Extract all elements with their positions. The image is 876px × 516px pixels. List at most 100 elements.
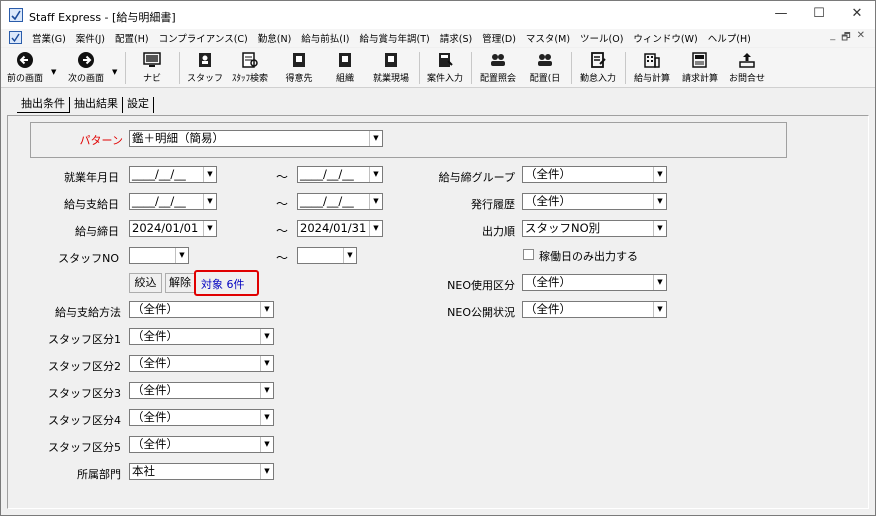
tab-strip: 抽出条件 抽出結果 設定 — [17, 97, 154, 113]
forward-dropdown-icon[interactable]: ▼ — [112, 68, 117, 76]
staff-cat3-select[interactable]: （全件） ▼ — [129, 382, 274, 399]
pay-date-from-input[interactable]: ____/__/__ ▼ — [129, 193, 217, 210]
toolbar-separator — [419, 52, 420, 84]
worksite-button[interactable]: 就業現場 — [367, 48, 415, 88]
staff-no-to-select[interactable]: ▼ — [297, 247, 357, 264]
clear-filter-button[interactable]: 解除 — [165, 273, 195, 293]
client-button[interactable]: 得意先 — [279, 48, 319, 88]
mdi-close-button[interactable]: ✕ — [857, 30, 865, 47]
maximize-button[interactable]: ☐ — [801, 3, 837, 27]
back-dropdown-icon[interactable]: ▼ — [51, 68, 56, 76]
menu-billing[interactable]: 請求(S) — [435, 31, 477, 45]
staff-cat5-select[interactable]: （全件） ▼ — [129, 436, 274, 453]
menu-master[interactable]: マスタ(M) — [521, 31, 575, 45]
staff-cat4-value: （全件） — [132, 410, 178, 424]
neo-use-select[interactable]: （全件） ▼ — [522, 274, 667, 291]
placement-day-button[interactable]: 配置(日 — [525, 48, 565, 88]
neo-public-value: （全件） — [525, 302, 571, 316]
payroll-calc-button[interactable]: 給与計算 — [629, 48, 675, 88]
pattern-label: パターン — [79, 134, 123, 147]
worksite-label: 就業現場 — [372, 74, 409, 84]
department-value: 本社 — [132, 464, 155, 478]
staff-cat1-select[interactable]: （全件） ▼ — [129, 328, 274, 345]
chevron-down-icon: ▼ — [653, 275, 666, 290]
chevron-down-icon: ▼ — [260, 464, 273, 479]
menu-placement[interactable]: 配置(H) — [110, 31, 154, 45]
output-order-value: スタッフNO別 — [525, 221, 601, 235]
forward-button[interactable]: 次の画面 — [63, 48, 109, 88]
close-button[interactable]: ✕ — [839, 3, 875, 27]
mdi-restore-button[interactable]: 🗗 — [841, 30, 850, 47]
menu-items: 営業(G) 案件(J) 配置(H) コンプライアンス(C) 勤怠(N) 給与前払… — [27, 31, 756, 45]
mdi-minimize-button[interactable]: _ — [830, 30, 835, 47]
staff-cat4-select[interactable]: （全件） ▼ — [129, 409, 274, 426]
menu-sales[interactable]: 営業(G) — [27, 31, 71, 45]
staff-cat1-value: （全件） — [132, 329, 178, 343]
issue-history-select[interactable]: （全件） ▼ — [522, 193, 667, 210]
menu-help[interactable]: ヘルプ(H) — [703, 31, 756, 45]
minimize-button[interactable]: — — [763, 3, 799, 27]
menu-admin[interactable]: 管理(D) — [477, 31, 521, 45]
target-count: 対象 6件 — [201, 278, 245, 291]
organization-button[interactable]: 組織 — [329, 48, 361, 88]
toolbar-separator — [625, 52, 626, 84]
pay-date-to-input[interactable]: ____/__/__ ▼ — [297, 193, 383, 210]
attendance-input-label: 勤怠入力 — [579, 74, 616, 84]
attendance-edit-icon — [591, 52, 606, 68]
work-days-only-checkbox[interactable] — [523, 249, 534, 260]
department-select[interactable]: 本社 ▼ — [129, 463, 274, 480]
title-bar: Staff Express - [給与明細書] — ☐ ✕ — [1, 1, 875, 29]
staff-cat2-select[interactable]: （全件） ▼ — [129, 355, 274, 372]
billing-calc-label: 請求計算 — [681, 74, 718, 84]
case-input-button[interactable]: 案件入力 — [423, 48, 467, 88]
staff-button[interactable]: スタッフ — [187, 48, 223, 88]
inquiry-button[interactable]: お問合せ — [725, 48, 769, 88]
upload-inquiry-icon — [739, 53, 755, 68]
menu-tools[interactable]: ツール(O) — [575, 31, 628, 45]
menu-compliance[interactable]: コンプライアンス(C) — [154, 31, 253, 45]
staff-cat1-label: スタッフ区分1 — [48, 333, 121, 346]
billing-icon — [692, 52, 707, 68]
work-date-from-input[interactable]: ____/__/__ ▼ — [129, 166, 217, 183]
staff-cat5-value: （全件） — [132, 437, 178, 451]
pay-date-label: 給与支給日 — [64, 198, 119, 211]
calendar-dropdown-icon: ▼ — [203, 194, 216, 209]
close-date-label: 給与締日 — [75, 225, 119, 238]
menu-payroll[interactable]: 給与賞与年調(T) — [355, 31, 435, 45]
menu-advance-pay[interactable]: 給与前払(I) — [296, 31, 354, 45]
close-date-to-input[interactable]: 2024/01/31 ▼ — [297, 220, 383, 237]
output-order-select[interactable]: スタッフNO別 ▼ — [522, 220, 667, 237]
range-tilde: ～ — [276, 170, 289, 184]
billing-calc-button[interactable]: 請求計算 — [677, 48, 723, 88]
attendance-input-button[interactable]: 勤怠入力 — [575, 48, 621, 88]
menu-window[interactable]: ウィンドウ(W) — [628, 31, 702, 45]
menu-case[interactable]: 案件(J) — [71, 31, 110, 45]
neo-public-select[interactable]: （全件） ▼ — [522, 301, 667, 318]
staff-book-icon — [199, 53, 211, 67]
toolbar-separator — [571, 52, 572, 84]
app-logo-icon — [9, 8, 23, 22]
placement-inquiry-button[interactable]: 配置照会 — [475, 48, 521, 88]
close-group-select[interactable]: （全件） ▼ — [522, 166, 667, 183]
issue-history-label: 発行履歴 — [471, 198, 515, 211]
pay-method-select[interactable]: （全件） ▼ — [129, 301, 274, 318]
tab-extraction-conditions[interactable]: 抽出条件 — [17, 97, 70, 113]
pay-date-to-value: ____/__/__ — [300, 194, 354, 208]
tab-extraction-results[interactable]: 抽出結果 — [70, 97, 123, 113]
menu-attendance[interactable]: 勤怠(N) — [253, 31, 297, 45]
staff-no-label: スタッフNO — [58, 252, 119, 265]
chevron-down-icon: ▼ — [260, 383, 273, 398]
staff-search-button[interactable]: ｽﾀｯﾌ検索 — [229, 48, 271, 88]
pattern-select[interactable]: 鑑＋明細（簡易） ▼ — [129, 130, 383, 147]
staff-no-from-select[interactable]: ▼ — [129, 247, 189, 264]
document-icon[interactable] — [9, 31, 22, 44]
people-icon — [538, 54, 552, 66]
close-date-from-input[interactable]: 2024/01/01 ▼ — [129, 220, 217, 237]
tab-settings[interactable]: 設定 — [123, 97, 154, 113]
navi-button[interactable]: ナビ — [135, 48, 169, 88]
filter-button[interactable]: 絞込 — [129, 273, 162, 293]
back-button[interactable]: 前の画面 — [3, 48, 47, 88]
work-date-to-input[interactable]: ____/__/__ ▼ — [297, 166, 383, 183]
close-date-to-value: 2024/01/31 — [300, 221, 367, 235]
staff-search-icon — [242, 52, 258, 68]
